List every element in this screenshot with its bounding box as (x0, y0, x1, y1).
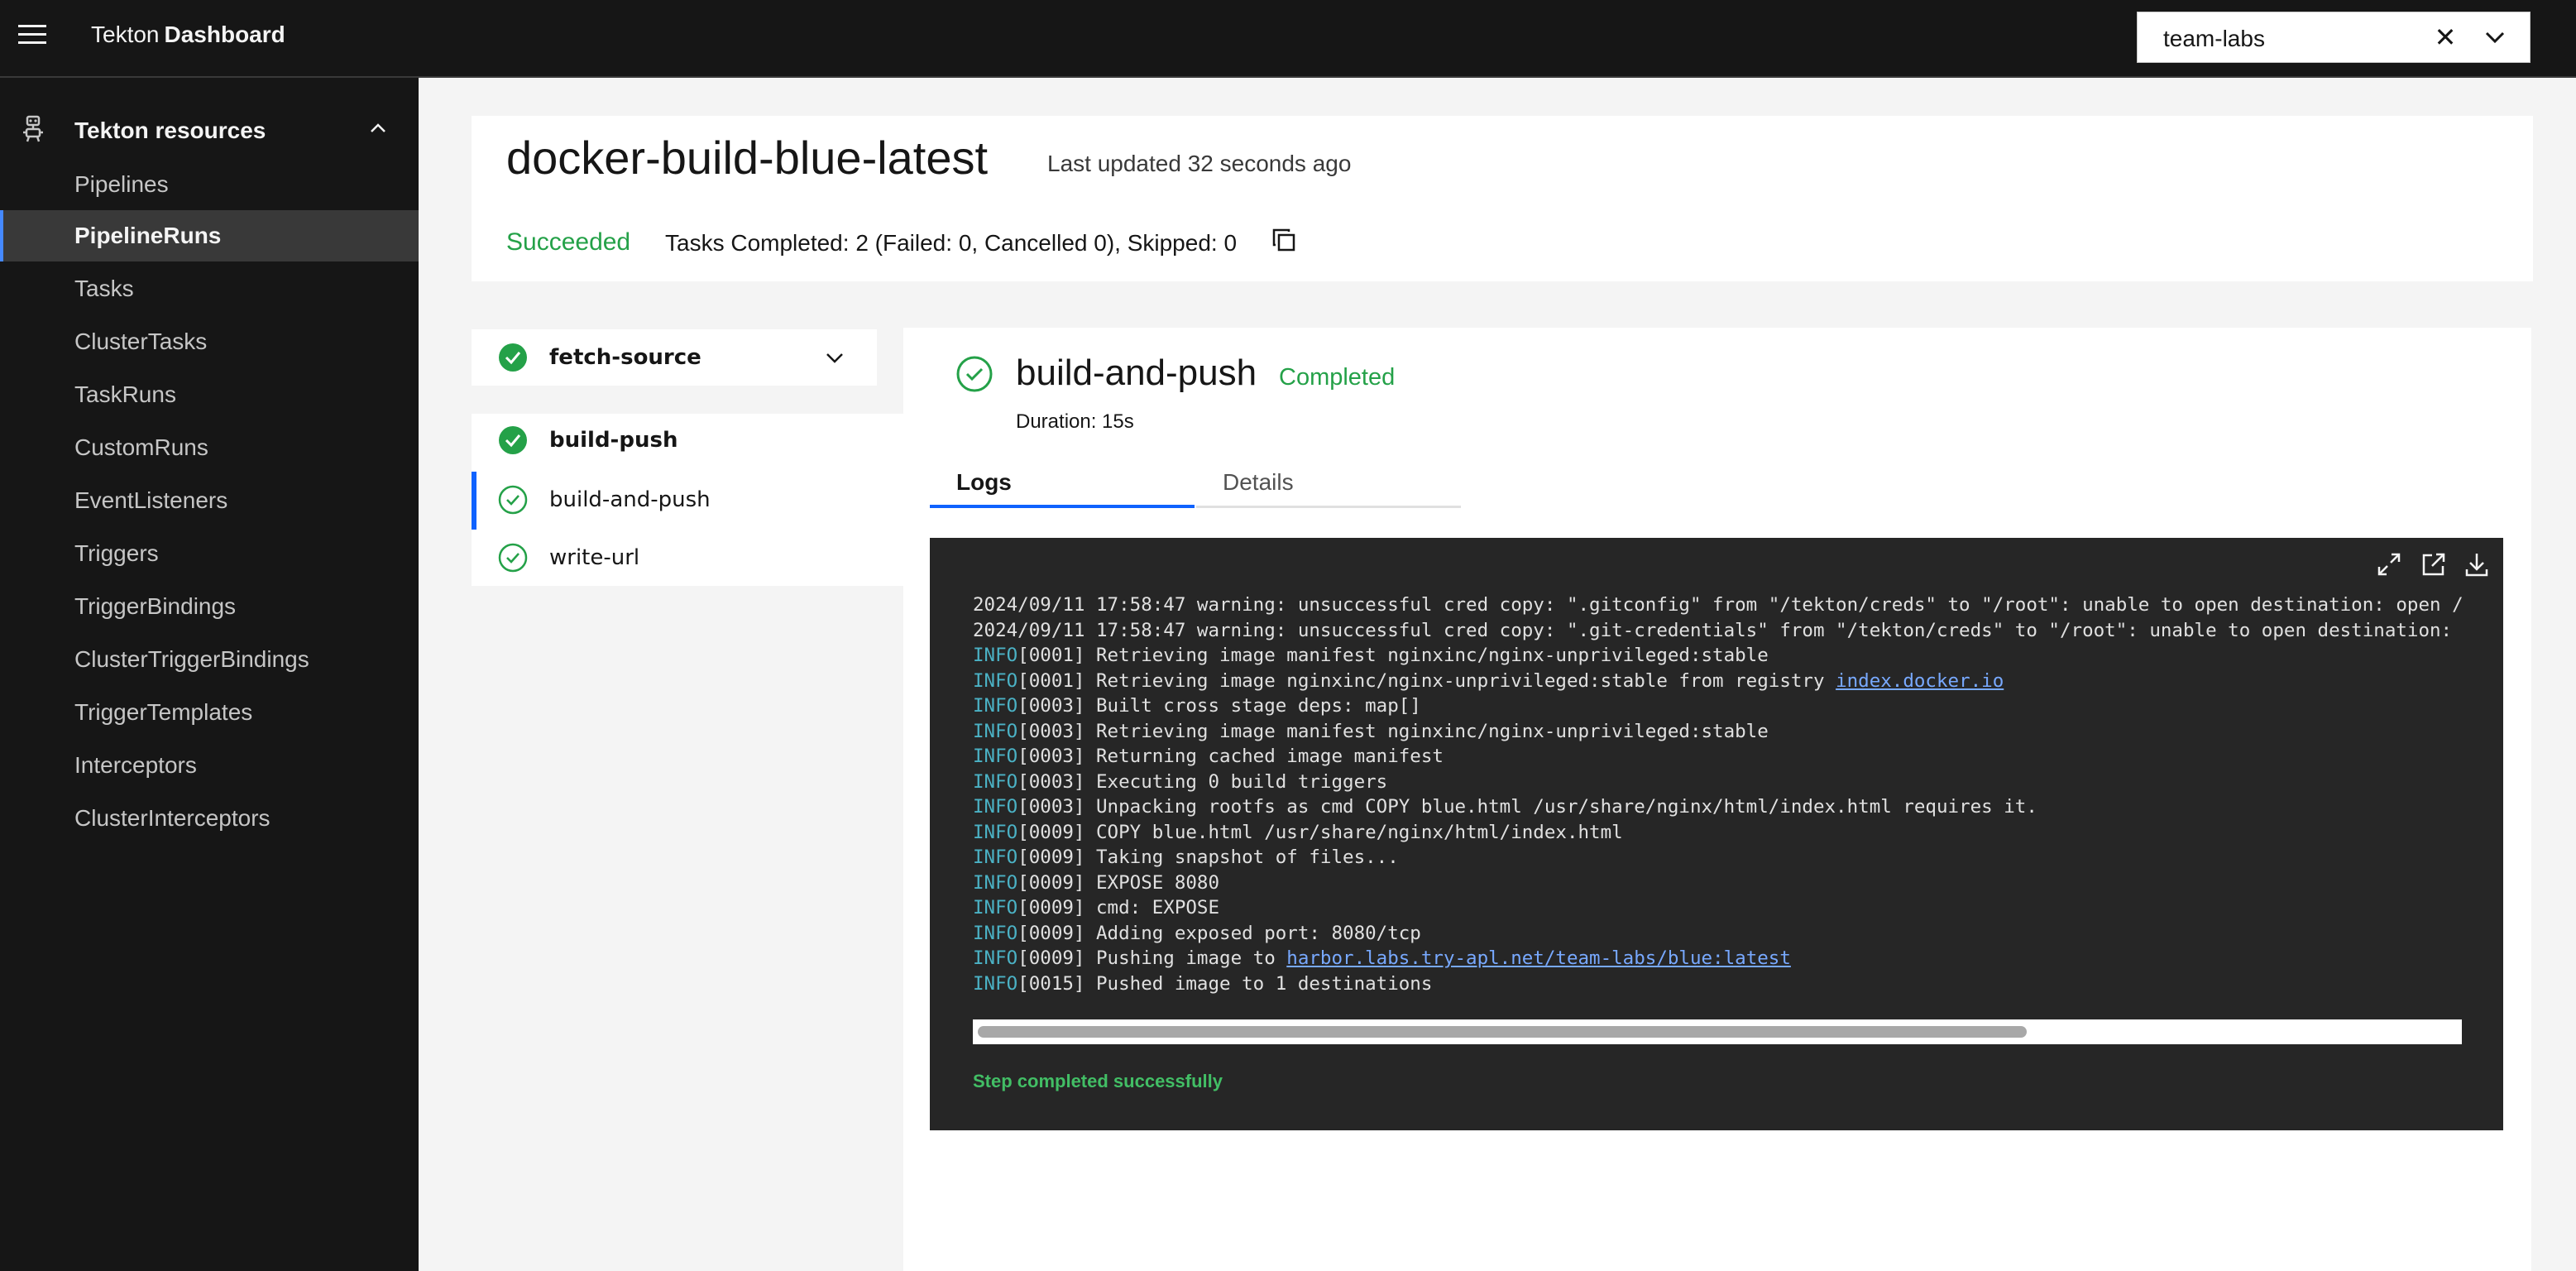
log-line: 2024/09/11 17:58:47 warning: unsuccessfu… (973, 594, 2462, 616)
sidebar-item-triggertemplates[interactable]: TriggerTemplates (0, 687, 419, 738)
task-name: fetch-source (549, 345, 701, 370)
log-line: INFO[0015] Pushed image to 1 destination… (973, 972, 1433, 995)
log-line: INFO[0003] Retrieving image manifest ngi… (973, 720, 1769, 742)
sidebar-item-customruns[interactable]: CustomRuns (0, 422, 419, 473)
step-title: build-and-push (1016, 353, 1257, 393)
tekton-robot-icon (23, 115, 43, 142)
step-status-label: Completed (1279, 364, 1396, 391)
log-line: INFO[0009] cmd: EXPOSE (973, 897, 1220, 918)
sidebar-item-clustertasks[interactable]: ClusterTasks (0, 316, 419, 367)
step-completed-message: Step completed successfully (973, 1071, 1223, 1091)
brand-light: Tekton (91, 22, 160, 47)
chevron-down-icon[interactable] (2478, 21, 2511, 54)
run-summary-text: Tasks Completed: 2 (Failed: 0, Cancelled… (665, 230, 1238, 256)
log-line: INFO[0001] Retrieving image manifest ngi… (973, 645, 1769, 666)
chevron-down-icon[interactable] (822, 346, 847, 371)
step-item-write-url[interactable]: write-url (549, 545, 639, 570)
step-item-build-and-push[interactable]: build-and-push (549, 487, 711, 512)
sidebar-item-triggers[interactable]: Triggers (0, 528, 419, 579)
sidebar-item-clustertriggerbindings[interactable]: ClusterTriggerBindings (0, 634, 419, 685)
sidebar-item-pipelineruns[interactable]: PipelineRuns (0, 210, 419, 261)
log-line: INFO[0009] EXPOSE 8080 (973, 871, 1220, 894)
sidebar-item-triggerbindings[interactable]: TriggerBindings (0, 581, 419, 632)
app-header: Tekton Dashboard team-labs ✕ (0, 0, 2576, 78)
brand-bold: Dashboard (164, 22, 285, 47)
log-line: INFO[0003] Unpacking rootfs as cmd COPY … (973, 796, 2037, 818)
log-line: INFO[0003] Executing 0 build triggers (973, 770, 1388, 793)
namespace-dropdown[interactable]: team-labs ✕ (2137, 12, 2531, 63)
chevron-up-icon[interactable] (366, 116, 390, 141)
sidebar-item-interceptors[interactable]: Interceptors (0, 740, 419, 791)
sidebar-item-clusterinterceptors[interactable]: ClusterInterceptors (0, 793, 419, 844)
namespace-value: team-labs (2163, 26, 2265, 51)
run-header: docker-build-blue-latest Last updated 32… (472, 116, 2533, 281)
log-line: INFO[0003] Returning cached image manife… (973, 746, 1444, 767)
sidebar-item-eventlisteners[interactable]: EventListeners (0, 475, 419, 526)
run-status-label: Succeeded (506, 228, 631, 256)
check-circle-outline-icon (956, 356, 993, 392)
selected-step-indicator (472, 472, 476, 530)
sidebar-item-tasks[interactable]: Tasks (0, 263, 419, 314)
side-nav: Tekton resources Pipelines PipelineRuns … (0, 78, 419, 1271)
open-in-new-window-icon[interactable] (2419, 549, 2449, 579)
task-name[interactable]: build-push (549, 428, 678, 453)
tab-logs[interactable]: Logs (930, 462, 1195, 508)
check-circle-icon (499, 343, 527, 372)
nav-section-tekton-resources[interactable]: Tekton resources (74, 118, 266, 144)
log-line: INFO[0003] Built cross stage deps: map[] (973, 695, 1421, 717)
log-line: INFO[0009] Adding exposed port: 8080/tcp (973, 922, 1421, 944)
step-tabs: Logs Details (930, 462, 1463, 508)
check-circle-icon (499, 426, 527, 454)
check-circle-outline-icon (498, 543, 528, 573)
app-brand[interactable]: Tekton Dashboard (91, 22, 285, 48)
tab-details[interactable]: Details (1196, 462, 1461, 508)
check-circle-outline-icon (498, 485, 528, 515)
scrollbar-thumb[interactable] (978, 1026, 2027, 1038)
last-updated-text: Last updated 32 seconds ago (1047, 151, 1352, 176)
sidebar-item-taskruns[interactable]: TaskRuns (0, 369, 419, 420)
page-title: docker-build-blue-latest (506, 132, 989, 184)
registry-link[interactable]: index.docker.io (1836, 670, 2004, 692)
copy-icon[interactable] (1271, 227, 1297, 253)
log-lines: 2024/09/11 17:58:47 warning: unsuccessfu… (973, 592, 2561, 1039)
log-line: INFO[0009] COPY blue.html /usr/share/ngi… (973, 821, 1623, 843)
maximize-icon[interactable] (2374, 549, 2404, 579)
task-item-build-push: build-push build-and-push write-url (472, 414, 903, 586)
clear-icon[interactable]: ✕ (2429, 21, 2462, 54)
step-duration: Duration: 15s (1016, 410, 1134, 433)
log-line: 2024/09/11 17:58:47 warning: unsuccessfu… (973, 619, 2453, 641)
task-item-fetch-source[interactable]: fetch-source (472, 329, 877, 386)
download-icon[interactable] (2462, 549, 2492, 579)
image-link[interactable]: harbor.labs.try-apl.net/team-labs/blue:l… (1286, 947, 1791, 969)
sidebar-item-pipelines[interactable]: Pipelines (0, 159, 419, 210)
menu-icon[interactable] (18, 25, 50, 50)
log-line: INFO[0009] Taking snapshot of files... (973, 847, 1399, 868)
horizontal-scrollbar[interactable] (973, 1019, 2462, 1044)
log-line: INFO[0001] Retrieving image nginxinc/ngi… (973, 669, 2004, 692)
log-viewer: 2024/09/11 17:58:47 warning: unsuccessfu… (930, 538, 2503, 1130)
log-line: INFO[0009] Pushing image to harbor.labs.… (973, 947, 1791, 969)
